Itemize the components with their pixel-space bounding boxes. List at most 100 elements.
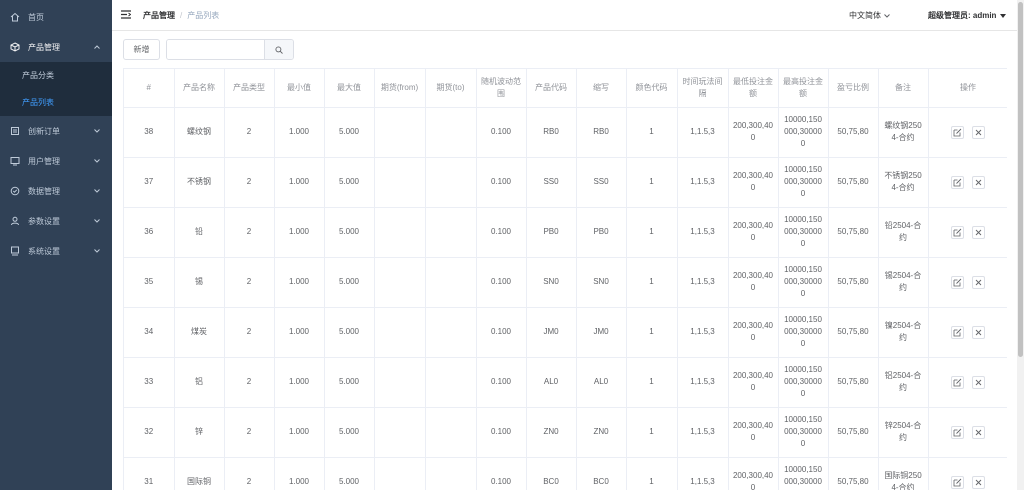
table-cell: 1.000 xyxy=(274,357,325,408)
table-cell: 10000,150000,300000 xyxy=(778,107,829,158)
add-button[interactable]: 新增 xyxy=(123,39,160,60)
table-row: 34 煤炭 2 1.000 5.000 0.100 JM0 JM0 1 1,1.5,3 200,30… xyxy=(124,307,1007,358)
column-header: 最高投注金额 xyxy=(778,69,829,108)
edit-button[interactable] xyxy=(951,475,964,489)
table-cell: 35 xyxy=(124,257,175,308)
table-cell: 10000,150000,300000 xyxy=(778,157,829,208)
table-cell: 5.000 xyxy=(324,157,375,208)
table-cell: 10000,150000,300000 xyxy=(778,307,829,358)
chevron-down-icon xyxy=(94,219,100,223)
chevron-down-icon xyxy=(94,189,100,193)
table-cell: 50,75,80 xyxy=(828,257,879,308)
sidebar-item-users[interactable]: 用户管理 xyxy=(0,146,112,176)
close-icon xyxy=(975,129,982,135)
table-cell: 1,1.5,3 xyxy=(677,157,729,208)
table-cell: 0.100 xyxy=(476,207,527,258)
breadcrumb: 产品管理 / 产品列表 xyxy=(143,10,219,21)
table-cell: 0.100 xyxy=(476,157,527,208)
table-cell: 1 xyxy=(626,457,678,490)
search-button[interactable] xyxy=(264,40,293,59)
delete-button[interactable] xyxy=(972,175,985,189)
edit-icon xyxy=(953,128,962,136)
column-header: 产品名称 xyxy=(174,69,225,108)
delete-button[interactable] xyxy=(972,275,985,289)
sidebar-item-home[interactable]: 首页 xyxy=(0,2,112,32)
table-cell: PB0 xyxy=(576,207,627,258)
table-cell: 5.000 xyxy=(324,257,375,308)
sidebar-item-product-list[interactable]: 产品列表 xyxy=(0,89,112,116)
sidebar-item-data[interactable]: 数据管理 xyxy=(0,176,112,206)
edit-button[interactable] xyxy=(951,375,964,389)
table-cell: 34 xyxy=(124,307,175,358)
column-header: 颜色代码 xyxy=(626,69,678,108)
close-icon xyxy=(975,179,982,185)
order-icon xyxy=(10,126,20,136)
sidebar-item-params[interactable]: 参数设置 xyxy=(0,206,112,236)
edit-button[interactable] xyxy=(951,225,964,239)
table-cell xyxy=(425,107,477,158)
table-cell: 5.000 xyxy=(324,307,375,358)
page-scrollbar[interactable] xyxy=(1017,0,1024,490)
row-actions xyxy=(933,425,1004,439)
user-menu[interactable]: 超级管理员: admin xyxy=(928,10,1007,21)
chevron-down-icon xyxy=(884,13,890,18)
table-cell: 50,75,80 xyxy=(828,307,879,358)
row-actions xyxy=(933,325,1004,339)
table-cell: 2 xyxy=(224,107,275,158)
hamburger-icon[interactable] xyxy=(121,10,131,19)
table-cell xyxy=(374,457,426,490)
edit-button[interactable] xyxy=(951,125,964,139)
language-select[interactable]: 中文简体 xyxy=(849,10,890,21)
table-row: 33 铝 2 1.000 5.000 0.100 AL0 AL0 1 1,1.5,3 200,300… xyxy=(124,357,1007,408)
column-header: 期货(from) xyxy=(374,69,426,108)
table-cell xyxy=(374,157,426,208)
sidebar-item-label: 数据管理 xyxy=(28,186,60,196)
table-cell xyxy=(374,257,426,308)
column-header: 产品类型 xyxy=(224,69,275,108)
row-actions xyxy=(933,225,1004,239)
table-cell: 1 xyxy=(626,107,678,158)
close-icon xyxy=(975,479,982,485)
scrollbar-thumb[interactable] xyxy=(1018,2,1023,357)
search-icon xyxy=(275,45,283,54)
sidebar-item-label: 用户管理 xyxy=(28,156,60,166)
sidebar-item-product-management[interactable]: 产品管理 xyxy=(0,32,112,62)
breadcrumb-item[interactable]: 产品管理 xyxy=(143,10,175,21)
table-cell: 38 xyxy=(124,107,175,158)
table-cell: 2 xyxy=(224,457,275,490)
sidebar-item-system[interactable]: 系统设置 xyxy=(0,236,112,266)
sidebar: 首页 产品管理 产品分类 产品列表 创新订单 用户管理 数据管理 参数设置 系统… xyxy=(0,0,112,490)
sidebar-item-product-category[interactable]: 产品分类 xyxy=(0,62,112,89)
table-cell: 2 xyxy=(224,357,275,408)
table-cell: 0.100 xyxy=(476,257,527,308)
table-cell-actions xyxy=(928,357,1007,408)
delete-button[interactable] xyxy=(972,375,985,389)
table-cell: 36 xyxy=(124,207,175,258)
table-cell: 50,75,80 xyxy=(828,357,879,408)
edit-button[interactable] xyxy=(951,325,964,339)
delete-button[interactable] xyxy=(972,125,985,139)
chevron-down-icon xyxy=(94,159,100,163)
table-cell: 1.000 xyxy=(274,207,325,258)
edit-button[interactable] xyxy=(951,175,964,189)
table-cell xyxy=(425,207,477,258)
sidebar-item-orders[interactable]: 创新订单 xyxy=(0,116,112,146)
table-cell: 1,1.5,3 xyxy=(677,307,729,358)
table-cell xyxy=(374,207,426,258)
column-header: 最低投注金额 xyxy=(728,69,779,108)
edit-button[interactable] xyxy=(951,425,964,439)
table-cell: 50,75,80 xyxy=(828,207,879,258)
delete-button[interactable] xyxy=(972,425,985,439)
table-cell xyxy=(374,357,426,408)
delete-button[interactable] xyxy=(972,325,985,339)
table-cell: 10000,150000,300000 xyxy=(778,407,829,458)
table-cell: 0.100 xyxy=(476,307,527,358)
table-cell: 200,300,400 xyxy=(728,357,779,408)
edit-button[interactable] xyxy=(951,275,964,289)
delete-button[interactable] xyxy=(972,225,985,239)
table-cell-actions xyxy=(928,457,1007,490)
delete-button[interactable] xyxy=(972,475,985,489)
table-cell: 0.100 xyxy=(476,457,527,490)
table-cell: 1,1.5,3 xyxy=(677,407,729,458)
search-input[interactable] xyxy=(167,40,264,59)
